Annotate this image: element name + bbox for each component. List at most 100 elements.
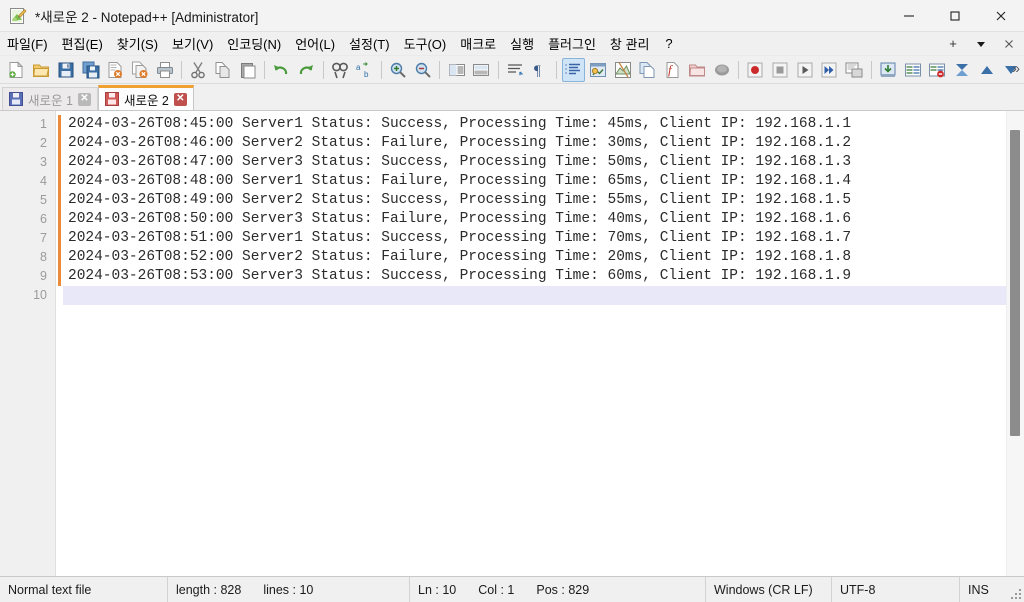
compare-clear-icon[interactable]	[926, 58, 949, 82]
new-file-icon[interactable]	[5, 58, 28, 82]
code-line: 2024-03-26T08:50:00 Server3 Status: Fail…	[68, 211, 852, 227]
find-icon[interactable]	[328, 58, 351, 82]
replace-icon[interactable]: ab	[353, 58, 376, 82]
paste-icon[interactable]	[236, 58, 259, 82]
change-marker	[58, 153, 61, 172]
menu-macro[interactable]: 매크로	[453, 32, 503, 56]
menu-search[interactable]: 찾기(S)	[110, 32, 165, 56]
run-icon[interactable]	[876, 58, 899, 82]
sync-vertical-scroll-icon[interactable]	[445, 58, 468, 82]
cut-icon[interactable]	[187, 58, 210, 82]
change-marker	[58, 267, 61, 286]
code-line: 2024-03-26T08:45:00 Server1 Status: Succ…	[68, 116, 852, 132]
resize-grip-icon[interactable]	[1011, 589, 1021, 599]
change-marker	[58, 191, 61, 210]
tab-close-icon[interactable]: ✕	[173, 92, 187, 106]
menu-language[interactable]: 언어(L)	[288, 32, 342, 56]
document-map-icon[interactable]	[611, 58, 634, 82]
monitoring-icon[interactable]	[710, 58, 733, 82]
new-tab-plus-button[interactable]: +	[940, 33, 966, 54]
line-number: 8	[40, 250, 47, 264]
menu-view[interactable]: 보기(V)	[165, 32, 220, 56]
text-editor-content[interactable]: 2024-03-26T08:45:00 Server1 Status: Succ…	[63, 111, 1006, 576]
change-marker	[58, 115, 61, 134]
print-icon[interactable]	[153, 58, 176, 82]
redo-icon[interactable]	[295, 58, 318, 82]
close-file-icon[interactable]	[104, 58, 127, 82]
undo-icon[interactable]	[270, 58, 293, 82]
svg-text:a: a	[356, 63, 361, 72]
indent-guide-icon[interactable]	[561, 57, 585, 82]
zoom-out-icon[interactable]	[412, 58, 435, 82]
change-marker	[58, 229, 61, 248]
save-icon[interactable]	[54, 58, 77, 82]
show-all-characters-icon[interactable]: ¶	[528, 58, 551, 82]
tab-new-2[interactable]: 새로운 2 ✕	[97, 85, 194, 110]
stop-recording-icon[interactable]	[769, 58, 792, 82]
play-macro-icon[interactable]	[793, 58, 816, 82]
record-macro-icon[interactable]	[744, 58, 767, 82]
menu-run[interactable]: 실행	[503, 32, 541, 56]
editor-area: 1 2 3 4 5 6 7 8 9 10 2024-03-26T08:45:00…	[0, 110, 1024, 576]
line-number-gutter: 1 2 3 4 5 6 7 8 9 10	[0, 111, 56, 576]
line-number: 4	[40, 174, 47, 188]
converge-icon[interactable]	[951, 58, 974, 82]
menu-settings[interactable]: 설정(T)	[342, 32, 397, 56]
code-line-current	[63, 286, 1006, 305]
sync-horizontal-scroll-icon[interactable]	[470, 58, 493, 82]
open-file-icon[interactable]	[30, 58, 53, 82]
menu-encoding[interactable]: 인코딩(N)	[220, 32, 288, 56]
menu-window[interactable]: 창 관리	[603, 32, 657, 56]
status-col: Col : 1	[478, 582, 515, 597]
function-list-icon[interactable]: f	[661, 58, 684, 82]
status-encoding[interactable]: UTF-8	[832, 577, 960, 602]
document-list-icon[interactable]	[636, 58, 659, 82]
status-eol[interactable]: Windows (CR LF)	[706, 577, 832, 602]
close-document-button[interactable]	[996, 33, 1022, 54]
toolbar-separator	[556, 60, 557, 79]
line-number: 5	[40, 193, 47, 207]
folder-as-workspace-icon[interactable]	[686, 58, 709, 82]
code-line: 2024-03-26T08:48:00 Server1 Status: Fail…	[68, 173, 852, 189]
line-number: 1	[40, 117, 47, 131]
save-macro-icon[interactable]	[843, 58, 866, 82]
menu-edit[interactable]: 편집(E)	[55, 32, 110, 56]
user-defined-dialog-icon[interactable]	[587, 58, 610, 82]
status-bar: Normal text file length : 828 lines : 10…	[0, 576, 1024, 602]
previous-icon[interactable]	[975, 58, 998, 82]
status-file-type: Normal text file	[0, 577, 168, 602]
copy-icon[interactable]	[212, 58, 235, 82]
change-marker	[58, 210, 61, 229]
change-marker	[58, 286, 61, 305]
status-lines: lines : 10	[263, 582, 314, 597]
compare-icon[interactable]	[901, 58, 924, 82]
minimize-button[interactable]	[886, 0, 932, 31]
word-wrap-icon[interactable]	[504, 58, 527, 82]
maximize-button[interactable]	[932, 0, 978, 31]
line-number: 2	[40, 136, 47, 150]
vertical-scrollbar[interactable]	[1006, 111, 1024, 576]
save-all-icon[interactable]	[79, 58, 102, 82]
menu-help[interactable]: ?	[656, 34, 681, 54]
vertical-scrollbar-thumb[interactable]	[1010, 130, 1020, 436]
change-marker	[58, 134, 61, 153]
toolbar-overflow-chevron-icon[interactable]: »	[1012, 60, 1020, 76]
toolbar-separator	[181, 60, 182, 79]
code-line: 2024-03-26T08:51:00 Server1 Status: Succ…	[68, 230, 852, 246]
tab-label: 새로운 1	[28, 93, 73, 108]
tab-close-icon[interactable]: ✕	[77, 92, 91, 106]
menu-tools[interactable]: 도구(O)	[397, 32, 454, 56]
title-bar: *새로운 2 - Notepad++ [Administrator]	[0, 0, 1024, 32]
toolbar: ab ¶ f »	[0, 56, 1024, 84]
close-all-files-icon[interactable]	[129, 58, 152, 82]
tab-label: 새로운 2	[123, 93, 169, 108]
run-macro-multiple-icon[interactable]	[818, 58, 841, 82]
toolbar-separator	[870, 60, 872, 79]
zoom-in-icon[interactable]	[387, 58, 410, 82]
tab-new-1[interactable]: 새로운 1 ✕	[2, 87, 98, 110]
svg-text:¶: ¶	[534, 63, 541, 79]
menu-file[interactable]: 파일(F)	[0, 32, 55, 56]
tab-list-chevron-down-icon[interactable]	[968, 33, 994, 54]
menu-plugins[interactable]: 플러그인	[541, 32, 603, 56]
close-button[interactable]	[978, 0, 1024, 31]
